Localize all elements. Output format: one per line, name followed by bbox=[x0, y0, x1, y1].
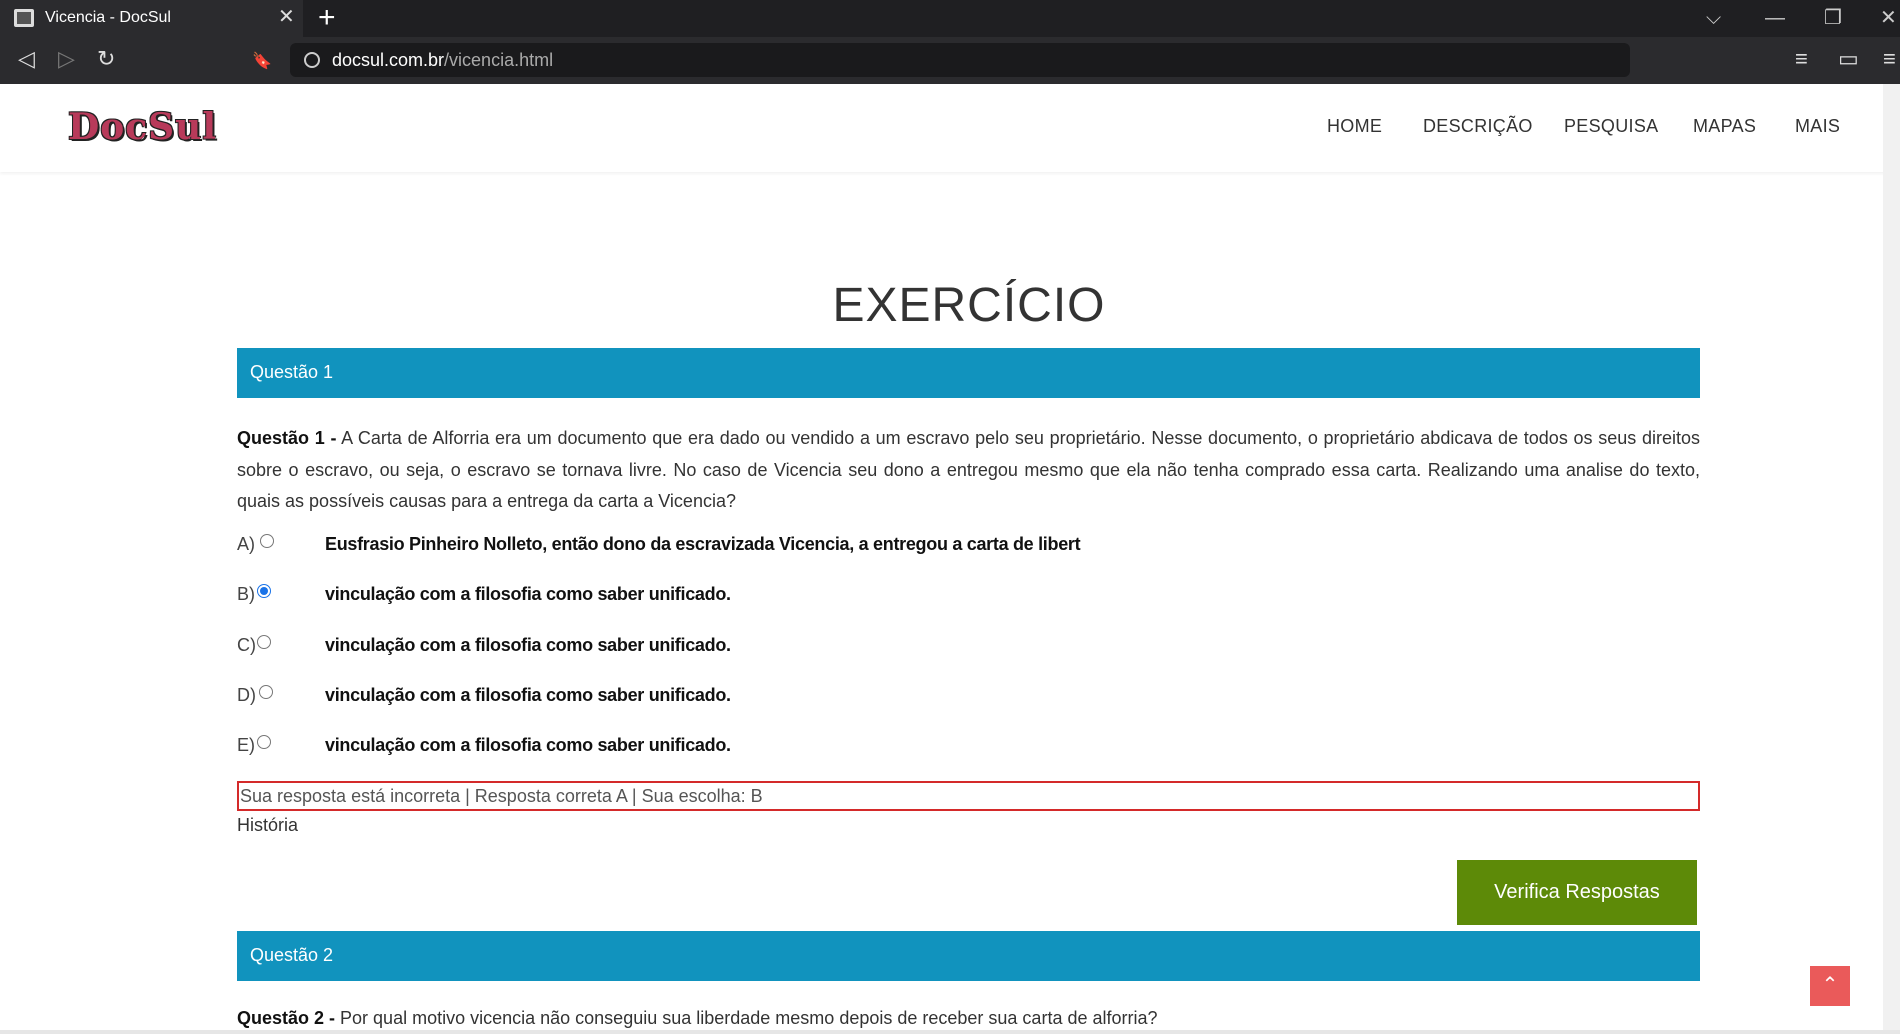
option-text: vinculação com a filosofia como saber un… bbox=[325, 584, 731, 604]
menu-mapas[interactable]: MAPAS bbox=[1693, 116, 1756, 137]
forward-icon[interactable]: ▷ bbox=[58, 46, 75, 72]
browser-navbar: ◁ ▷ ↻ 🔖 docsul.com.br/vicencia.html ≡ ▭ … bbox=[0, 37, 1900, 84]
question1-text: Questão 1 - A Carta de Alforria era um d… bbox=[237, 423, 1700, 518]
option-b-radio[interactable] bbox=[257, 584, 271, 598]
reload-icon[interactable]: ↻ bbox=[97, 46, 115, 72]
favicon-icon bbox=[14, 9, 34, 27]
option-letter: B) bbox=[237, 584, 255, 604]
option-a-radio[interactable] bbox=[260, 534, 274, 548]
browser-tabbar: Vicencia - DocSul ✕ + ⌵ — ❐ ✕ bbox=[0, 0, 1900, 37]
option-text: vinculação com a filosofia como saber un… bbox=[325, 635, 731, 655]
question1-body: A Carta de Alforria era um documento que… bbox=[237, 428, 1700, 511]
option-c-radio[interactable] bbox=[257, 635, 271, 649]
option-letter: D) bbox=[237, 685, 256, 705]
option-text: vinculação com a filosofia como saber un… bbox=[325, 735, 731, 755]
option-e-radio[interactable] bbox=[257, 735, 271, 749]
menu-home[interactable]: HOME bbox=[1327, 116, 1382, 137]
option-letter: E) bbox=[237, 735, 255, 755]
menu-pesquisa[interactable]: PESQUISA bbox=[1564, 116, 1658, 137]
question-subject: História bbox=[237, 815, 299, 835]
restore-icon[interactable]: ❐ bbox=[1824, 4, 1842, 32]
tab-list-icon[interactable]: ⌵ bbox=[1706, 4, 1721, 32]
question2-text: Questão 2 - Por qual motivo vicencia não… bbox=[237, 1008, 1158, 1029]
horizontal-scrollbar[interactable] bbox=[0, 1030, 1900, 1034]
new-tab-button[interactable]: + bbox=[318, 2, 336, 34]
bookmark-icon[interactable]: 🔖 bbox=[252, 49, 272, 75]
option-letter: C) bbox=[237, 635, 256, 655]
tab-close-icon[interactable]: ✕ bbox=[278, 7, 295, 27]
question2-body: Por qual motivo vicencia não conseguiu s… bbox=[335, 1008, 1158, 1028]
minimize-icon[interactable]: — bbox=[1765, 4, 1785, 32]
question2-header[interactable]: Questão 2 bbox=[237, 931, 1700, 981]
answer-result: Sua resposta está incorreta | Resposta c… bbox=[237, 781, 1700, 811]
option-d-radio[interactable] bbox=[259, 685, 273, 699]
menu-icon[interactable]: ≡ bbox=[1883, 46, 1896, 72]
site-info-icon[interactable] bbox=[304, 52, 320, 68]
option-text: Eusfrasio Pinheiro Nolleto, então dono d… bbox=[325, 534, 1081, 554]
option-letter: A) bbox=[237, 534, 255, 554]
browser-tab[interactable]: Vicencia - DocSul ✕ bbox=[0, 0, 303, 37]
verify-answers-button[interactable]: Verifica Respostas bbox=[1457, 860, 1697, 925]
wallet-icon[interactable]: ▭ bbox=[1838, 46, 1859, 72]
menu-mais[interactable]: MAIS bbox=[1795, 116, 1840, 137]
tab-title: Vicencia - DocSul bbox=[45, 9, 171, 26]
window-close-icon[interactable]: ✕ bbox=[1880, 4, 1897, 32]
page-title: EXERCÍCIO bbox=[832, 279, 1106, 332]
address-bar[interactable]: docsul.com.br/vicencia.html bbox=[290, 43, 1630, 77]
scroll-to-top-button[interactable]: ⌃ bbox=[1810, 966, 1850, 1006]
vertical-scrollbar[interactable] bbox=[1883, 84, 1900, 1034]
question1-label: Questão 1 - bbox=[237, 428, 337, 448]
menu-descricao[interactable]: DESCRIÇÃO bbox=[1423, 116, 1533, 137]
playlist-icon[interactable]: ≡ bbox=[1795, 46, 1808, 72]
url-domain: docsul.com.br bbox=[332, 50, 445, 70]
url-path: /vicencia.html bbox=[444, 50, 554, 70]
back-icon[interactable]: ◁ bbox=[18, 46, 35, 72]
option-text: vinculação com a filosofia como saber un… bbox=[325, 685, 731, 705]
question2-label: Questão 2 - bbox=[237, 1008, 336, 1028]
url-text[interactable]: docsul.com.br/vicencia.html bbox=[332, 50, 553, 71]
site-logo[interactable]: DocSul bbox=[68, 106, 217, 148]
question1-header[interactable]: Questão 1 bbox=[237, 348, 1700, 398]
site-header: DocSul HOME DESCRIÇÃO PESQUISA MAPAS MAI… bbox=[0, 84, 1900, 172]
